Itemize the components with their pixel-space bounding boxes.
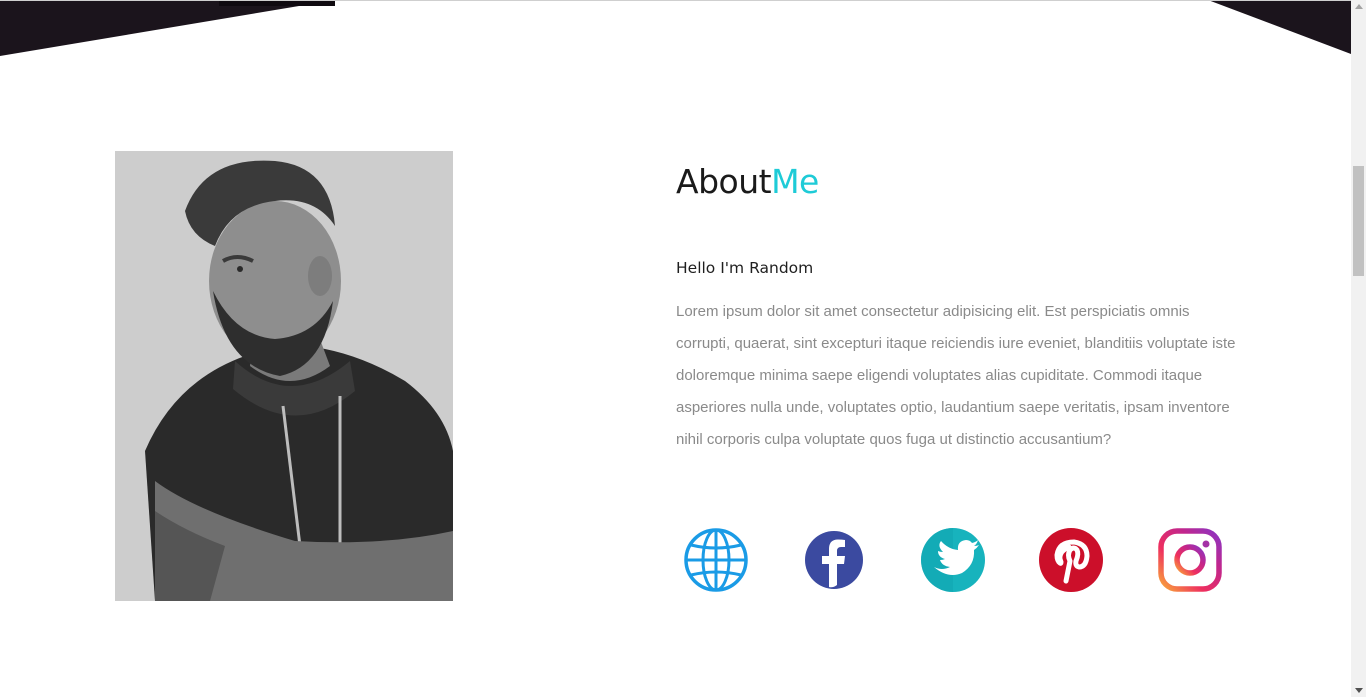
top-decorative-band (0, 0, 1351, 56)
facebook-icon (805, 531, 863, 589)
vertical-scrollbar[interactable] (1351, 0, 1366, 697)
website-link[interactable] (683, 527, 749, 593)
scrollbar-thumb[interactable] (1353, 166, 1364, 276)
scroll-down-arrow-icon[interactable] (1355, 688, 1363, 693)
about-section: AboutMe Hello I'm Random Lorem ipsum dol… (0, 0, 1366, 697)
top-border-line (0, 0, 1351, 1)
pinterest-link[interactable] (1038, 527, 1104, 593)
title-main: About (676, 162, 772, 201)
section-title: AboutMe (676, 160, 819, 204)
greeting-heading: Hello I'm Random (676, 259, 814, 277)
twitter-link[interactable] (920, 527, 986, 593)
title-accent: Me (771, 162, 819, 201)
globe-icon (684, 528, 748, 592)
scroll-up-arrow-icon[interactable] (1355, 4, 1363, 9)
pinterest-icon (1039, 528, 1103, 592)
facebook-link[interactable] (801, 527, 867, 593)
bio-paragraph: Lorem ipsum dolor sit amet consectetur a… (676, 303, 1236, 448)
instagram-icon (1158, 528, 1222, 592)
twitter-icon (921, 528, 985, 592)
instagram-link[interactable] (1157, 527, 1223, 593)
portrait-photo (115, 151, 453, 601)
